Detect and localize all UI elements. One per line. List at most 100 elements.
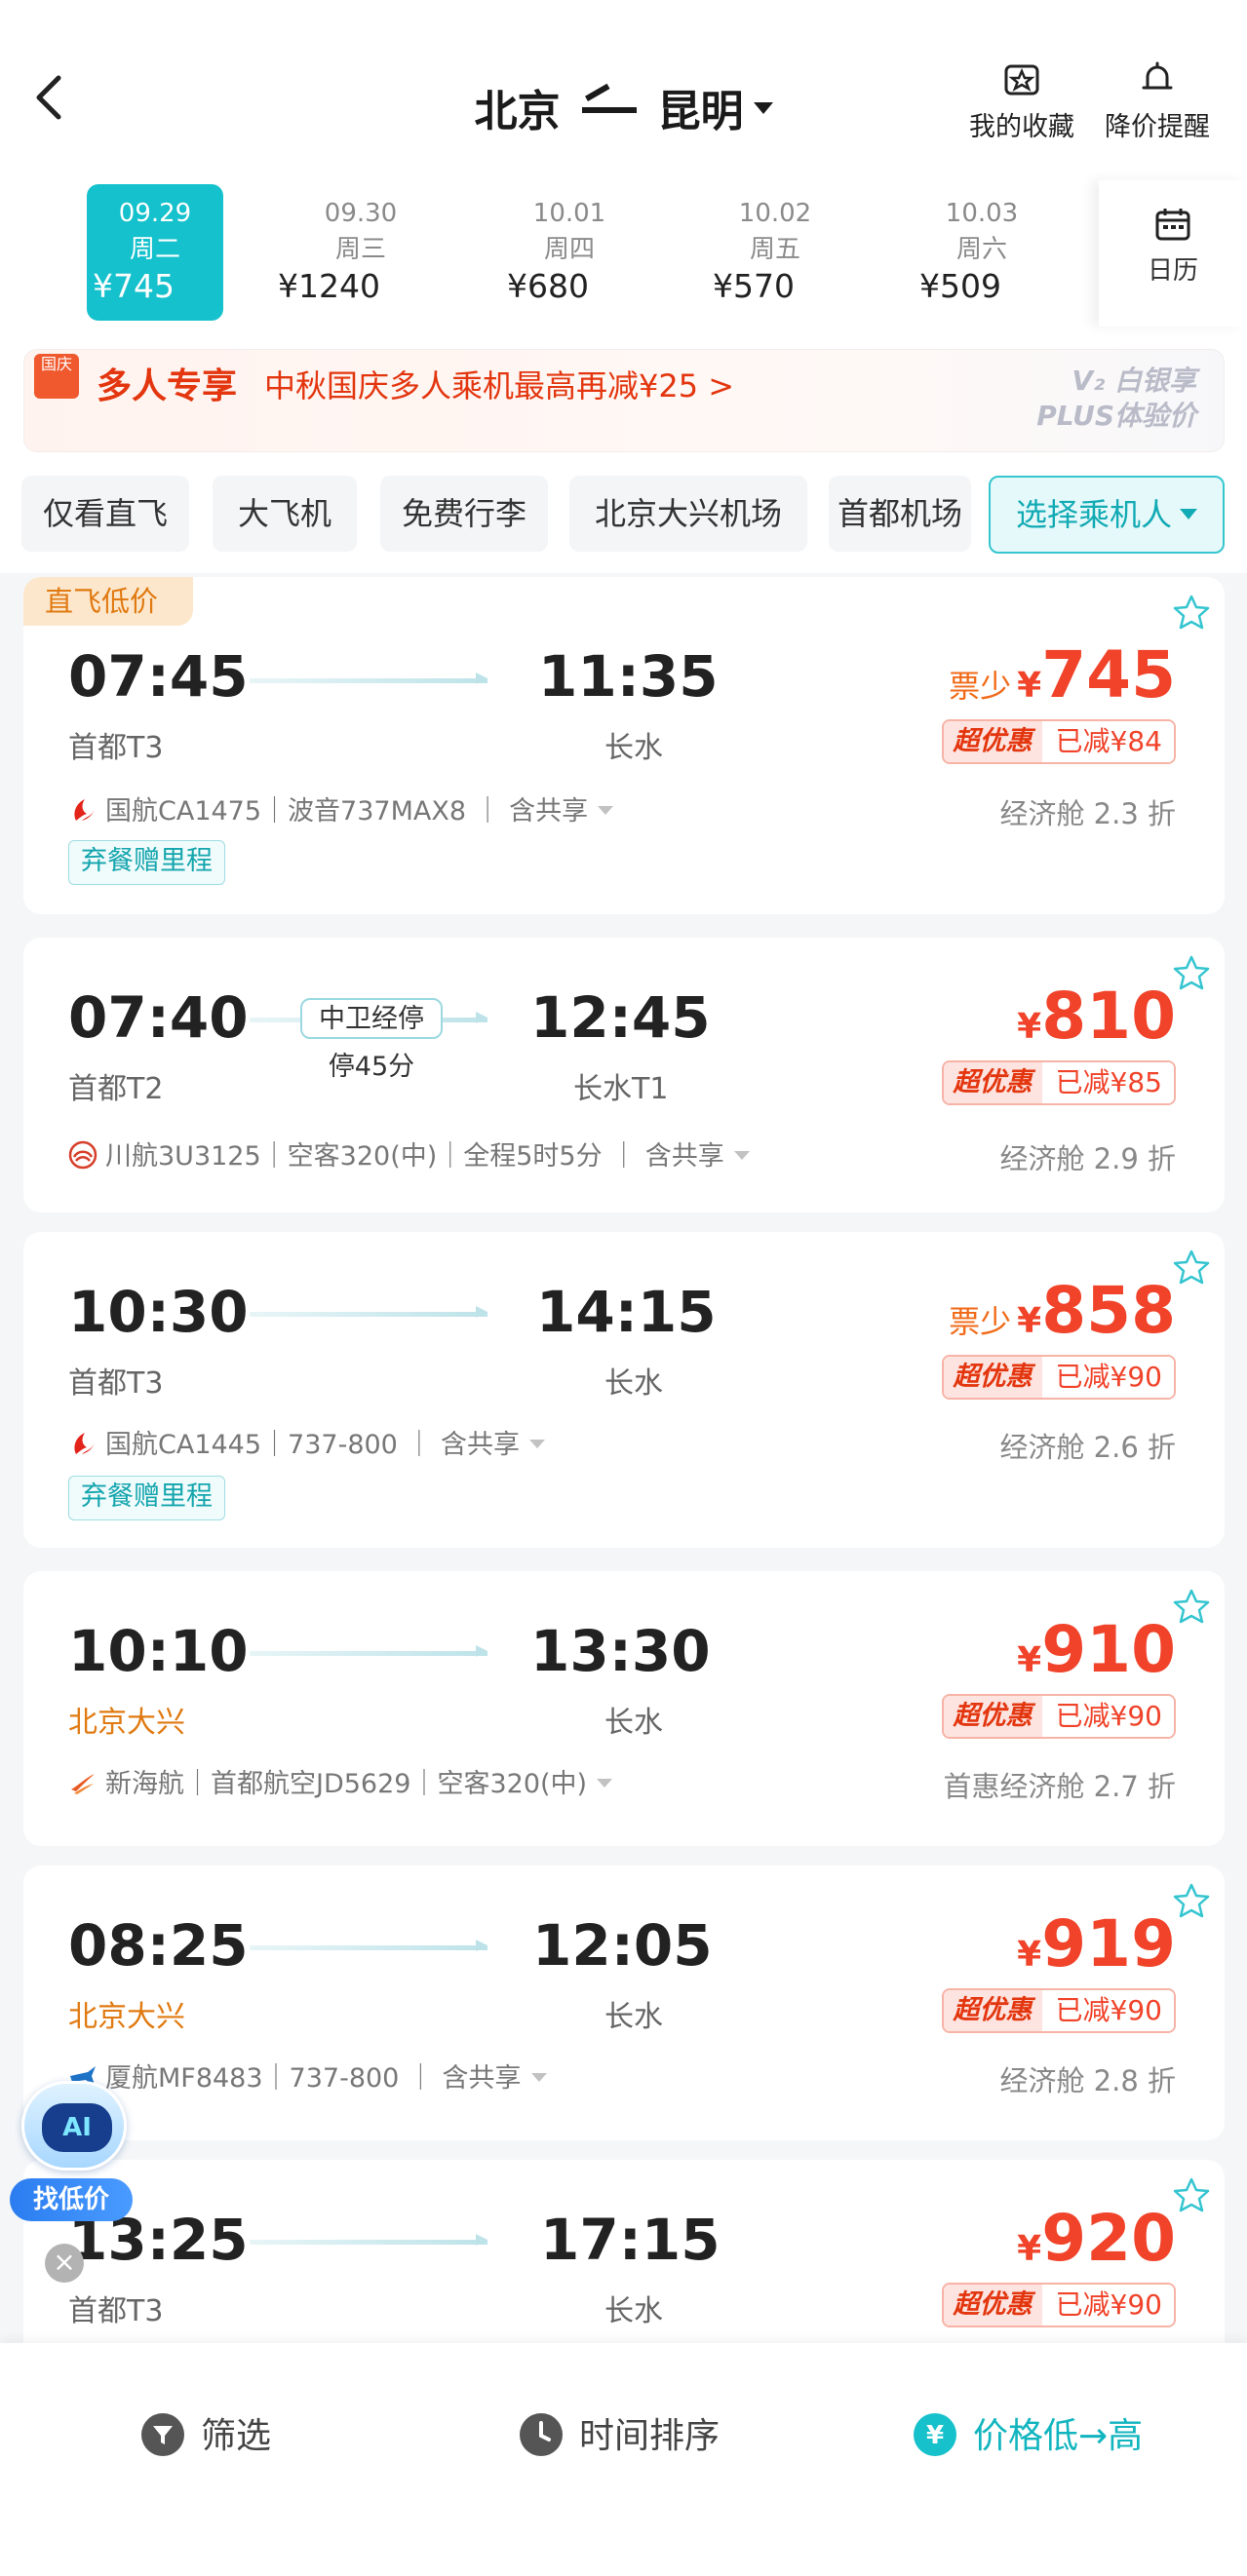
price-alert-button[interactable]: 降价提醒: [1105, 60, 1210, 143]
chevron-down-icon[interactable]: [598, 806, 614, 815]
weekday-label: 周三: [334, 235, 386, 264]
filter-chip-daxing[interactable]: 北京大兴机场: [569, 476, 807, 552]
date-label: 10.01: [532, 199, 606, 228]
flight-line: [250, 1306, 487, 1318]
currency-symbol: ¥: [1017, 1640, 1042, 1680]
flight-price: 票少 ¥858: [949, 1273, 1176, 1348]
star-icon[interactable]: [1172, 953, 1211, 992]
discount-amount: 已减¥90: [1041, 1696, 1174, 1737]
chevron-down-icon[interactable]: [597, 1779, 613, 1788]
favorites-label: 我的收藏: [969, 112, 1074, 142]
arrival-time: 11:35: [538, 643, 719, 710]
price-amount: 858: [1041, 1273, 1176, 1348]
date-item[interactable]: 10.03 周六 ¥509: [914, 184, 1050, 321]
flight-info-text: 川航3U3125｜空客320(中)｜全程5时5分 ｜ 含共享: [105, 1141, 724, 1172]
clock-icon: [520, 2413, 563, 2456]
date-price: ¥1240: [278, 267, 380, 305]
super-deal-label: 超优惠: [943, 721, 1042, 762]
price-amount: 920: [1041, 2201, 1176, 2276]
date-label: 10.03: [945, 199, 1019, 228]
flight-info-text: 国航CA1475｜波音737MAX8 ｜ 含共享: [105, 796, 589, 827]
filter-chip-free-baggage[interactable]: 免费行李: [380, 476, 548, 552]
flight-price: 票少 ¥745: [949, 637, 1176, 712]
select-passenger-button[interactable]: 选择乘机人: [989, 476, 1225, 554]
flight-card[interactable]: 08:25 12:05 北京大兴 长水 ¥919 超优惠 已减¥90 厦航MF84…: [23, 1865, 1225, 2140]
departure-time: 07:40: [68, 984, 249, 1051]
cabin-discount: 经济舱 2.3 折: [999, 797, 1176, 830]
discount-amount: 已减¥85: [1041, 1062, 1174, 1103]
stopover-duration: 停45分: [328, 1052, 415, 1082]
flight-info: 新海航｜首都航空JD5629｜空客320(中): [68, 1762, 613, 1800]
super-deal-label: 超优惠: [943, 1062, 1042, 1103]
flight-info: 厦航MF8483｜737-800 ｜ 含共享: [68, 2057, 547, 2095]
flight-price: ¥920: [1017, 2201, 1176, 2276]
discount-amount: 已减¥90: [1041, 1990, 1174, 2031]
plus-badge-line2: PLUS体验价: [1036, 400, 1196, 432]
air-china-logo-icon: [74, 1432, 95, 1454]
discount-badge: 超优惠 已减¥90: [941, 1988, 1176, 2033]
filter-chip-direct[interactable]: 仅看直飞: [21, 476, 189, 552]
close-icon[interactable]: ×: [45, 2244, 84, 2283]
date-strip: 09.29 周二 ¥745 09.30 周三 ¥1240 10.01 周四 ¥6…: [0, 180, 1247, 327]
date-price: ¥680: [507, 267, 589, 305]
star-icon[interactable]: [1172, 1587, 1211, 1626]
star-icon[interactable]: [1172, 2175, 1211, 2214]
few-tickets-label: 票少: [949, 1303, 1012, 1340]
price-amount: 919: [1041, 1906, 1176, 1981]
arrival-time: 12:45: [530, 984, 711, 1051]
arrival-airport: 长水T1: [573, 1072, 669, 1106]
star-icon[interactable]: [1172, 1881, 1211, 1920]
star-icon[interactable]: [1172, 593, 1211, 632]
date-item[interactable]: 09.29 周二 ¥745: [87, 184, 223, 321]
discount-amount: 已减¥84: [1041, 721, 1174, 762]
bottom-sort-bar: 筛选 时间排序 ¥ 价格低→高: [0, 2343, 1247, 2576]
chevron-down-icon[interactable]: [733, 1151, 750, 1160]
flight-card[interactable]: 直飞低价 07:45 11:35 首都T3 长水 票少 ¥745 超优惠 已减¥84…: [23, 577, 1225, 914]
flight-info: 国航CA1475｜波音737MAX8 ｜ 含共享: [68, 789, 614, 827]
air-china-logo-icon: [74, 798, 95, 821]
arrival-airport: 长水: [604, 1706, 663, 1740]
discount-badge: 超优惠 已减¥90: [941, 1355, 1176, 1400]
departure-time: 08:25: [68, 1912, 249, 1979]
calendar-button[interactable]: 日历: [1099, 180, 1247, 327]
date-item[interactable]: 10.02 周五 ¥570: [707, 184, 843, 321]
price-sort-label: 价格低→高: [973, 2416, 1144, 2456]
time-sort-button[interactable]: 时间排序: [519, 2407, 720, 2460]
arrival-time: 13:30: [530, 1618, 711, 1684]
flight-card[interactable]: 07:40 中卫经停 停45分 12:45 首都T2 长水T1 ¥810 超优惠…: [23, 938, 1225, 1212]
ai-assistant-button[interactable]: AI 找低价: [10, 2081, 136, 2227]
calendar-label: 日历: [1147, 256, 1198, 286]
departure-airport: 北京大兴: [68, 1706, 185, 1740]
route-arrow-icon: [581, 107, 637, 113]
date-price: ¥745: [93, 267, 175, 305]
filter-chip-capital[interactable]: 首都机场: [829, 476, 971, 552]
flight-card[interactable]: 10:30 14:15 首都T3 长水 票少 ¥858 超优惠 已减¥90 国航CA…: [23, 1232, 1225, 1548]
promo-banner[interactable]: 国庆 多人专享 中秋国庆多人乘机最高再减¥25 > V₂ 白银享 PLUS体验价: [23, 349, 1225, 452]
chevron-down-icon[interactable]: [529, 1440, 546, 1448]
calendar-icon: [1155, 209, 1190, 241]
promo-title: 多人专享: [97, 366, 238, 406]
price-sort-button[interactable]: ¥ 价格低→高: [913, 2407, 1143, 2460]
flight-card[interactable]: 13:25 17:15 首都T3 长水 ¥920 超优惠 已减¥90: [23, 2160, 1225, 2343]
filter-chip-large-plane[interactable]: 大飞机: [213, 476, 357, 552]
flight-card[interactable]: 10:10 13:30 北京大兴 长水 ¥910 超优惠 已减¥90 新海航｜首都…: [23, 1571, 1225, 1846]
weekday-label: 周四: [543, 235, 595, 264]
date-item[interactable]: 10.01 周四 ¥680: [501, 184, 638, 321]
favorites-button[interactable]: 我的收藏: [969, 60, 1074, 143]
discount-amount: 已减¥90: [1041, 2285, 1174, 2326]
few-tickets-label: 票少: [949, 668, 1012, 705]
national-day-badge: 国庆: [34, 354, 79, 399]
date-item[interactable]: 09.30 周三 ¥1240: [278, 184, 429, 321]
filter-button[interactable]: 筛选: [140, 2407, 271, 2460]
direct-low-price-tag: 直飞低价: [23, 577, 194, 626]
weekday-label: 周五: [749, 235, 800, 264]
plus-badge: V₂ 白银享 PLUS体验价: [1036, 364, 1196, 434]
discount-badge: 超优惠 已减¥90: [941, 2283, 1176, 2327]
arrival-airport: 长水: [604, 2000, 663, 2034]
chevron-down-icon[interactable]: [530, 2073, 547, 2082]
star-icon[interactable]: [1172, 1248, 1211, 1287]
price-amount: 745: [1041, 637, 1176, 712]
departure-time: 07:45: [68, 643, 249, 710]
weekday-label: 周二: [129, 235, 180, 264]
discount-badge: 超优惠 已减¥84: [941, 719, 1176, 764]
